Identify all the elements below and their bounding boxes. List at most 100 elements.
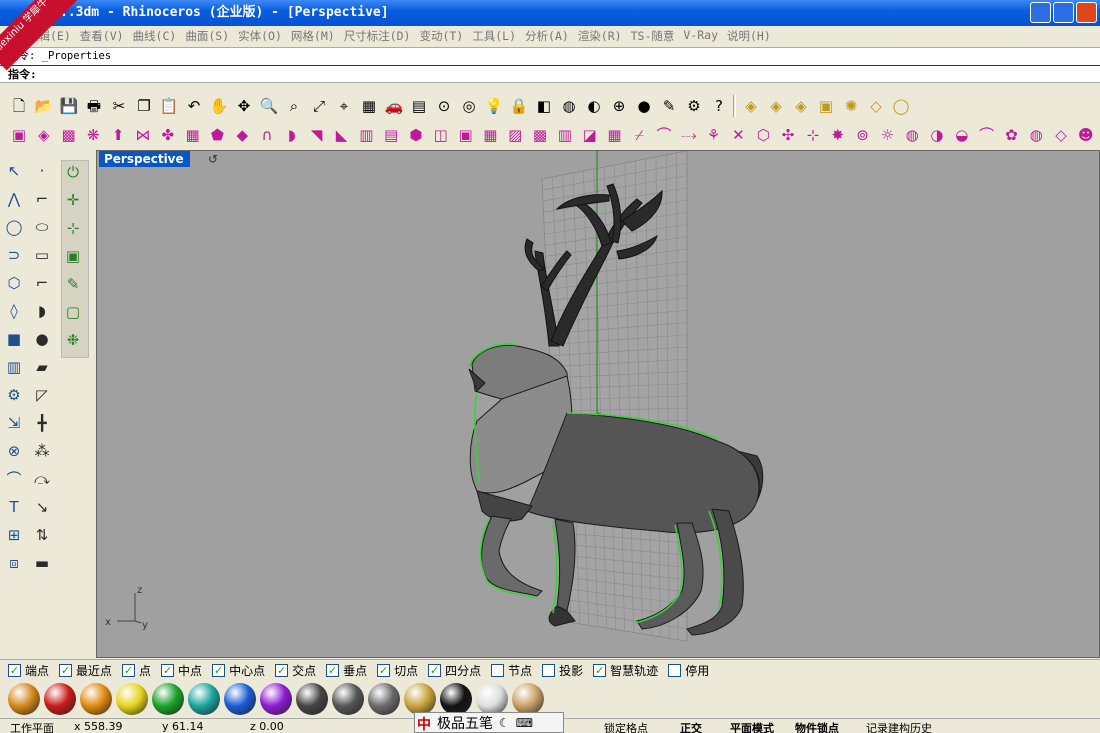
undo-icon[interactable]: ↶ bbox=[183, 95, 205, 117]
tsplines-tool-24-icon[interactable]: ◪ bbox=[579, 124, 601, 146]
tsplines-tool-41-icon[interactable]: ✿ bbox=[1001, 124, 1023, 146]
osnap-checkbox[interactable] bbox=[542, 664, 556, 677]
tsplines-tag-icon[interactable]: ◇ bbox=[865, 95, 887, 117]
tsplines-tool-7-icon[interactable]: ✤ bbox=[157, 124, 179, 146]
osnap-checkbox[interactable]: ✓ bbox=[275, 664, 289, 677]
car-icon[interactable]: 🚗 bbox=[383, 95, 405, 117]
tsplines-tool-35-icon[interactable]: ⊚ bbox=[852, 124, 874, 146]
loft-icon[interactable]: ◗ bbox=[31, 300, 53, 322]
menu-item[interactable]: 网格(M) bbox=[286, 26, 339, 46]
gumball-move-icon[interactable]: ✛ bbox=[62, 189, 84, 211]
rectangle-icon[interactable]: ▭ bbox=[31, 244, 53, 266]
layout-icon[interactable]: ▬ bbox=[31, 552, 53, 574]
tsplines-tool-34-icon[interactable]: ✸ bbox=[827, 124, 849, 146]
tsplines-3-icon[interactable]: ◈ bbox=[790, 95, 812, 117]
options-icon[interactable]: ⚙ bbox=[683, 95, 705, 117]
tsplines-tool-33-icon[interactable]: ⊹ bbox=[802, 124, 824, 146]
status-planar[interactable]: 平面模式 bbox=[730, 720, 774, 733]
fillet-icon[interactable]: ⌐ bbox=[31, 272, 53, 294]
gumball-face-icon[interactable]: ▢ bbox=[62, 301, 84, 323]
osnap-option[interactable]: 投影 bbox=[542, 662, 583, 679]
tsplines-tool-26-icon[interactable]: ⌿ bbox=[628, 124, 650, 146]
tsplines-tool-31-icon[interactable]: ⬡ bbox=[752, 124, 774, 146]
dimension-icon[interactable]: ↘ bbox=[31, 496, 53, 518]
material-swatch[interactable] bbox=[368, 683, 400, 715]
status-grid-snap[interactable]: 锁定格点 bbox=[604, 720, 648, 733]
ellipse-icon[interactable]: ⬭ bbox=[31, 216, 53, 238]
tsplines-tool-22-icon[interactable]: ▩ bbox=[529, 124, 551, 146]
tsplines-tool-44-icon[interactable]: ☻ bbox=[1075, 124, 1097, 146]
menu-item[interactable]: 工具(L) bbox=[467, 26, 520, 46]
osnap-option[interactable]: ✓ 中心点 bbox=[212, 662, 265, 679]
sphere-icon[interactable]: ● bbox=[31, 328, 53, 350]
circle-icon[interactable]: ◯ bbox=[3, 216, 25, 238]
osnap-option[interactable]: 停用 bbox=[668, 662, 709, 679]
material-swatch[interactable] bbox=[404, 683, 436, 715]
copy-icon[interactable]: ❐ bbox=[133, 95, 155, 117]
tsplines-tool-28-icon[interactable]: ⤏ bbox=[678, 124, 700, 146]
tsplines-tool-42-icon[interactable]: ◍ bbox=[1025, 124, 1047, 146]
osnap-option[interactable]: ✓ 切点 bbox=[377, 662, 418, 679]
tsplines-tool-16-icon[interactable]: ▤ bbox=[380, 124, 402, 146]
material-swatch[interactable] bbox=[332, 683, 364, 715]
menu-item[interactable]: 查看(V) bbox=[75, 26, 128, 46]
extrude-icon[interactable]: ▰ bbox=[31, 356, 53, 378]
tsplines-tool-43-icon[interactable]: ◇ bbox=[1050, 124, 1072, 146]
gumball-gear-icon[interactable]: ❉ bbox=[62, 329, 84, 351]
status-ortho[interactable]: 正交 bbox=[680, 720, 702, 733]
open-file-icon[interactable]: 📂 bbox=[33, 95, 55, 117]
osnap-checkbox[interactable]: ✓ bbox=[59, 664, 73, 677]
explode-icon[interactable]: ⇅ bbox=[31, 524, 53, 546]
osnap-checkbox[interactable]: ✓ bbox=[8, 664, 21, 677]
group-icon[interactable]: ⁂ bbox=[31, 440, 53, 462]
osnap-checkbox[interactable]: ✓ bbox=[122, 664, 136, 677]
lock-icon[interactable]: 🔒 bbox=[508, 95, 530, 117]
osnap-option[interactable]: ✓ 垂点 bbox=[326, 662, 367, 679]
help-icon[interactable]: ? bbox=[708, 95, 730, 117]
offset-icon[interactable]: ⤼ bbox=[31, 468, 53, 490]
surface-icon[interactable]: ◊ bbox=[3, 300, 25, 322]
boolean-icon[interactable]: ⊗ bbox=[3, 440, 25, 462]
osnap-option[interactable]: ✓ 端点 bbox=[8, 662, 49, 679]
light-bulb-icon[interactable]: 💡 bbox=[483, 95, 505, 117]
cylinder-icon[interactable]: ▥ bbox=[3, 356, 25, 378]
osnap-option[interactable]: ✓ 中点 bbox=[161, 662, 202, 679]
tsplines-tool-37-icon[interactable]: ◍ bbox=[901, 124, 923, 146]
color-wheel-icon[interactable]: ◍ bbox=[558, 95, 580, 117]
osnap-checkbox[interactable]: ✓ bbox=[593, 664, 607, 677]
tsplines-tool-21-icon[interactable]: ▨ bbox=[504, 124, 526, 146]
tsplines-box-icon[interactable]: ▣ bbox=[815, 95, 837, 117]
osnap-option[interactable]: ✓ 四分点 bbox=[428, 662, 481, 679]
material-swatch[interactable] bbox=[116, 683, 148, 715]
tsplines-tool-14-icon[interactable]: ◣ bbox=[331, 124, 353, 146]
tsplines-tool-40-icon[interactable]: ⌒ bbox=[976, 124, 998, 146]
tsplines-1-icon[interactable]: ◈ bbox=[740, 95, 762, 117]
gumball-paint-icon[interactable]: ✎ bbox=[62, 273, 84, 295]
pan-hand-icon[interactable]: ✋ bbox=[208, 95, 230, 117]
ime-moon-icon[interactable]: ☾ bbox=[499, 716, 510, 730]
curve-points-icon[interactable]: ⌐ bbox=[31, 188, 53, 210]
osnap-checkbox[interactable]: ✓ bbox=[212, 664, 226, 677]
status-record-history[interactable]: 记录建构历史 bbox=[866, 720, 932, 733]
gear-icon[interactable]: ⚙ bbox=[3, 384, 25, 406]
osnap-option[interactable]: ✓ 交点 bbox=[275, 662, 316, 679]
paste-icon[interactable]: 📋 bbox=[158, 95, 180, 117]
rotate-view-icon[interactable]: ✥ bbox=[233, 95, 255, 117]
material-swatch[interactable] bbox=[476, 683, 508, 715]
gumball-box-icon[interactable]: ▣ bbox=[62, 245, 84, 267]
tsplines-tool-5-icon[interactable]: ⬆ bbox=[107, 124, 129, 146]
grid-plane-icon[interactable]: ▤ bbox=[408, 95, 430, 117]
arc-icon[interactable]: ⊃ bbox=[3, 244, 25, 266]
tsplines-tool-30-icon[interactable]: ✕ bbox=[728, 124, 750, 146]
menu-item[interactable]: 实体(O) bbox=[233, 26, 286, 46]
material-swatch[interactable] bbox=[260, 683, 292, 715]
material-swatch[interactable] bbox=[8, 683, 40, 715]
cplane-named-icon[interactable]: ◎ bbox=[458, 95, 480, 117]
zoom-extents-icon[interactable]: ⤢ bbox=[308, 95, 330, 117]
tsplines-tool-20-icon[interactable]: ▦ bbox=[479, 124, 501, 146]
sphere-wire-icon[interactable]: ◐ bbox=[583, 95, 605, 117]
select-arrow-icon[interactable]: ↖ bbox=[3, 160, 25, 182]
viewport-menu-icon[interactable]: ↺ bbox=[208, 152, 222, 166]
tsplines-tool-39-icon[interactable]: ◒ bbox=[951, 124, 973, 146]
material-swatch[interactable] bbox=[188, 683, 220, 715]
